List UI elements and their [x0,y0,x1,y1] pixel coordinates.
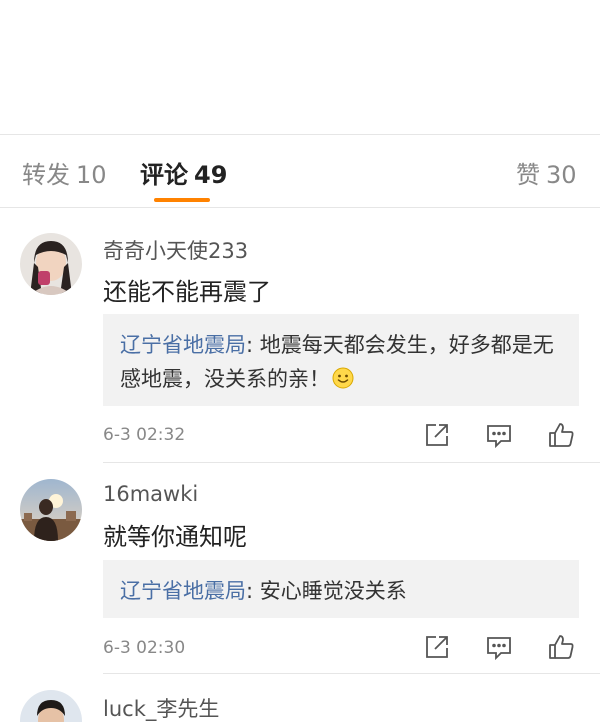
comment-actions [420,421,580,451]
reply-separator: : [246,333,260,357]
like-icon[interactable] [547,421,575,449]
tab-likes-count: 30 [546,161,577,189]
tab-bar: 转发 10 评论 49 赞 30 [0,135,600,207]
tab-reposts-count: 10 [76,161,107,189]
comment-username[interactable]: luck_李先生 [103,693,219,722]
reply-separator: : [246,579,260,603]
comment-icon[interactable] [485,421,513,449]
tab-reposts[interactable]: 转发 10 [22,155,107,190]
tab-comments[interactable]: 评论 49 [140,155,227,190]
comment-text: 还能不能再震了 [103,278,271,306]
tab-likes-label: 赞 [516,161,540,189]
comment-text: 就等你通知呢 [103,523,247,551]
comment-username[interactable]: 奇奇小天使233 [103,235,248,265]
reply-author[interactable]: 辽宁省地震局 [120,333,246,357]
active-tab-indicator [154,198,210,202]
top-blank-area [0,0,600,134]
tab-likes[interactable]: 赞 30 [516,155,577,190]
tab-reposts-label: 转发 [22,161,70,189]
comment-actions [420,633,580,663]
comment-item: luck_李先生 [0,674,600,722]
reply-text: 安心睡觉没关系 [259,579,407,603]
share-icon[interactable] [423,633,451,661]
comment-icon[interactable] [485,633,513,661]
avatar[interactable] [20,233,82,295]
avatar[interactable] [20,479,82,541]
reply-box[interactable]: 辽宁省地震局: 地震每天都会发生，好多都是无感地震，没关系的亲！ [103,314,579,406]
smile-emoji-icon [332,365,354,389]
comment-username[interactable]: 16mawki [103,482,198,506]
tab-comments-count: 49 [194,161,228,189]
reply-author[interactable]: 辽宁省地震局 [120,579,246,603]
like-icon[interactable] [547,633,575,661]
tab-comments-label: 评论 [140,161,188,189]
comment-item: 奇奇小天使233 还能不能再震了 辽宁省地震局: 地震每天都会发生，好多都是无感… [0,208,600,462]
reply-box[interactable]: 辽宁省地震局: 安心睡觉没关系 [103,560,579,618]
avatar[interactable] [20,690,82,722]
comment-time: 6-3 02:32 [103,425,186,445]
comment-item: 16mawki 就等你通知呢 辽宁省地震局: 安心睡觉没关系 6-3 02:30 [0,463,600,673]
share-icon[interactable] [423,421,451,449]
comment-time: 6-3 02:30 [103,638,186,658]
